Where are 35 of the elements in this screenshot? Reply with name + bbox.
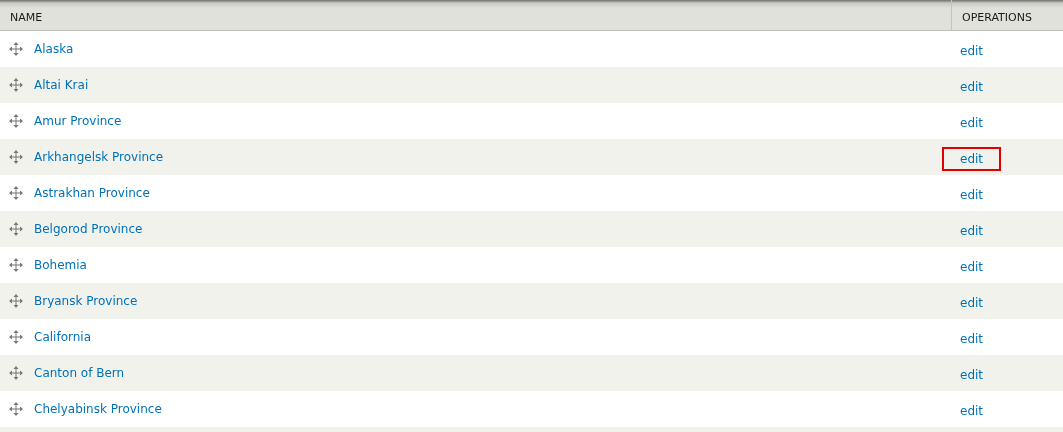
term-link[interactable]: Belgorod Province xyxy=(34,222,143,236)
edit-link[interactable]: edit xyxy=(960,295,984,310)
column-header: OPERATIONS xyxy=(962,10,1032,24)
edit-link[interactable]: edit xyxy=(960,79,984,94)
drag-handle-icon[interactable] xyxy=(9,78,23,92)
edit-link[interactable]: edit xyxy=(960,331,984,346)
term-link[interactable]: Chelyabinsk Province xyxy=(34,402,162,416)
term-link[interactable]: Astrakhan Province xyxy=(34,186,150,200)
drag-handle-icon[interactable] xyxy=(9,258,23,272)
term-link[interactable]: Alaska xyxy=(34,42,74,56)
term-link[interactable]: Amur Province xyxy=(34,114,122,128)
drag-handle-icon[interactable] xyxy=(9,222,23,236)
edit-link[interactable]: edit xyxy=(960,367,984,382)
drag-handle-icon[interactable] xyxy=(9,402,23,416)
edit-link[interactable]: edit xyxy=(960,43,984,58)
drag-handle-icon[interactable] xyxy=(9,294,23,308)
term-link[interactable]: Canton of Bern xyxy=(34,366,125,380)
drag-handle-icon[interactable] xyxy=(9,186,23,200)
drag-handle-icon[interactable] xyxy=(9,330,23,344)
term-link[interactable]: Altai Krai xyxy=(34,78,89,92)
edit-link[interactable]: edit xyxy=(960,187,984,202)
drag-handle-icon[interactable] xyxy=(9,114,23,128)
drag-handle-icon[interactable] xyxy=(9,366,23,380)
drag-handle-icon[interactable] xyxy=(9,150,23,164)
edit-link[interactable]: edit xyxy=(960,115,984,130)
term-link[interactable]: Bohemia xyxy=(34,258,87,272)
edit-link[interactable]: edit xyxy=(960,403,984,418)
term-link[interactable]: California xyxy=(34,330,91,344)
column-header: NAME xyxy=(10,10,43,24)
edit-link[interactable]: edit xyxy=(960,223,984,238)
term-link[interactable]: Arkhangelsk Province xyxy=(34,150,164,164)
term-link[interactable]: Bryansk Province xyxy=(34,294,138,308)
drag-handle-icon[interactable] xyxy=(9,42,23,56)
edit-link[interactable]: edit xyxy=(960,259,984,274)
edit-link[interactable]: edit xyxy=(944,148,1000,169)
